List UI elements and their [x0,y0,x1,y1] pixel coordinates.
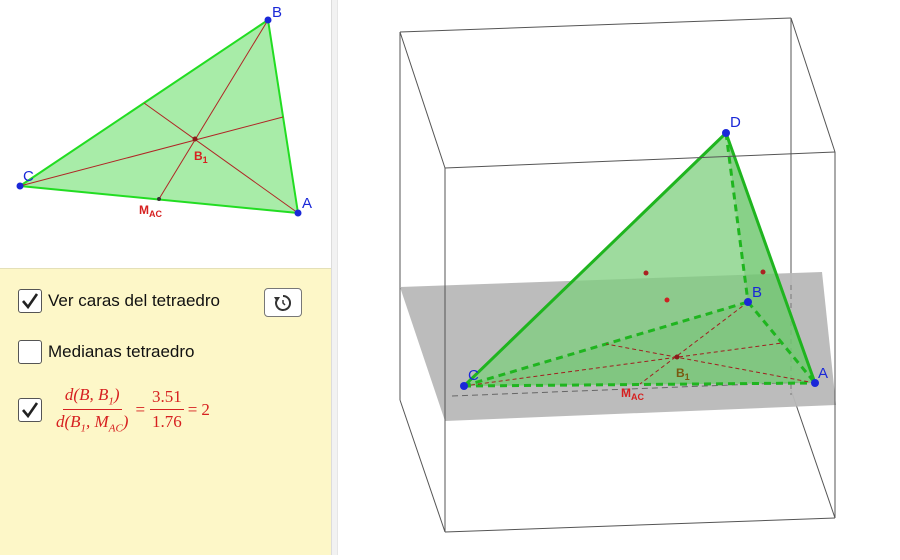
value-numerator: 3.51 [150,387,184,411]
equals-sign-2: = [187,399,198,419]
centroid-point[interactable] [192,136,198,142]
ratio-checkbox[interactable] [18,397,42,422]
value-denominator: 1.76 [152,412,182,432]
graphics-view-2d[interactable]: B1 MAC B A C [0,0,331,268]
ratio-fraction: d(B, B1) d(B1, MAC) [54,385,130,435]
centroid-b1-3d[interactable] [674,354,680,360]
check-icon [22,402,39,419]
point-d-3d[interactable] [722,129,730,137]
value-fraction: 3.51 1.76 [150,387,184,432]
face-centroid-1[interactable] [643,270,649,276]
point-c-3d[interactable] [460,382,468,390]
triangle-2d-canvas[interactable]: B1 MAC B A C [0,0,331,268]
triangle-abc[interactable] [17,18,300,215]
medians-row: Medianas tetraedro [18,340,194,364]
reset-icon [274,294,292,311]
faces-row: Ver caras del tetraedro [18,289,220,313]
ratio-numerator: d(B, B1) [62,385,122,411]
point-b-3d[interactable] [744,298,752,306]
check-icon [22,293,39,310]
point-b-label: B [272,4,282,21]
point-a[interactable] [294,209,302,217]
tetrahedron-3d-canvas[interactable]: B1 MAC D B A C [338,0,900,555]
reset-button[interactable] [264,288,302,317]
ratio-denominator: d(B1, MAC) [56,412,129,435]
point-c-label: C [23,168,34,185]
point-b[interactable] [264,16,272,24]
face-centroid-2[interactable] [664,297,670,303]
ratio-result: 2 [201,399,210,419]
graphics-view-3d[interactable]: B1 MAC D B A C [338,0,900,555]
medians-checkbox[interactable] [18,340,42,364]
point-a-label: A [302,195,312,212]
point-d-label-3d: D [730,114,741,131]
ratio-row: d(B, B1) d(B1, MAC) = 3.51 1.76 = 2 [18,385,210,435]
face-centroid-3[interactable] [760,269,766,275]
equals-sign: = [135,399,146,419]
ratio-formula: d(B, B1) d(B1, MAC) = 3.51 1.76 = 2 [54,385,210,435]
faces-checkbox[interactable] [18,289,42,313]
point-a-label-3d: A [818,365,828,382]
view-divider[interactable] [331,0,338,555]
faces-checkbox-label: Ver caras del tetraedro [48,291,220,310]
midpoint-ac[interactable] [157,197,161,201]
midpoint-label: MAC [139,203,162,219]
left-pane: B1 MAC B A C Ver caras del tetraedro Med… [0,0,331,555]
medians-checkbox-label: Medianas tetraedro [48,342,195,361]
point-c-label-3d: C [468,367,479,384]
point-b-label-3d: B [752,284,762,301]
